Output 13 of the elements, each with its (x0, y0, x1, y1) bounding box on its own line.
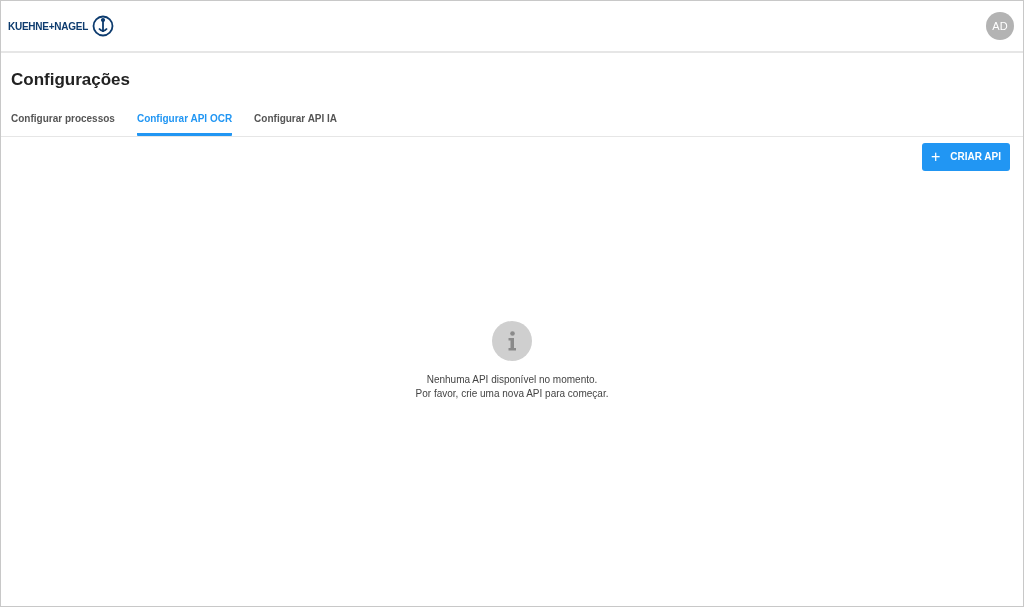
empty-state-message: Nenhuma API disponível no momento. (426, 372, 598, 387)
empty-state-message: Por favor, crie uma nova API para começar. (415, 386, 609, 401)
page-title: Configurações (11, 69, 132, 91)
info-icon (492, 320, 532, 361)
create-api-button[interactable]: + CRIAR API (921, 142, 1010, 171)
tab[interactable]: Configurar API OCR (136, 110, 233, 136)
logo-text: KUEHNE+NAGEL (8, 19, 89, 34)
tab[interactable]: Configurar API IA (254, 110, 338, 136)
tab[interactable]: Configurar processos (11, 110, 115, 136)
user-avatar[interactable]: AD (986, 12, 1014, 40)
anchor-logo-icon (92, 15, 115, 37)
button-label: CRIAR API (950, 150, 1001, 164)
plus-icon: + (930, 148, 941, 165)
